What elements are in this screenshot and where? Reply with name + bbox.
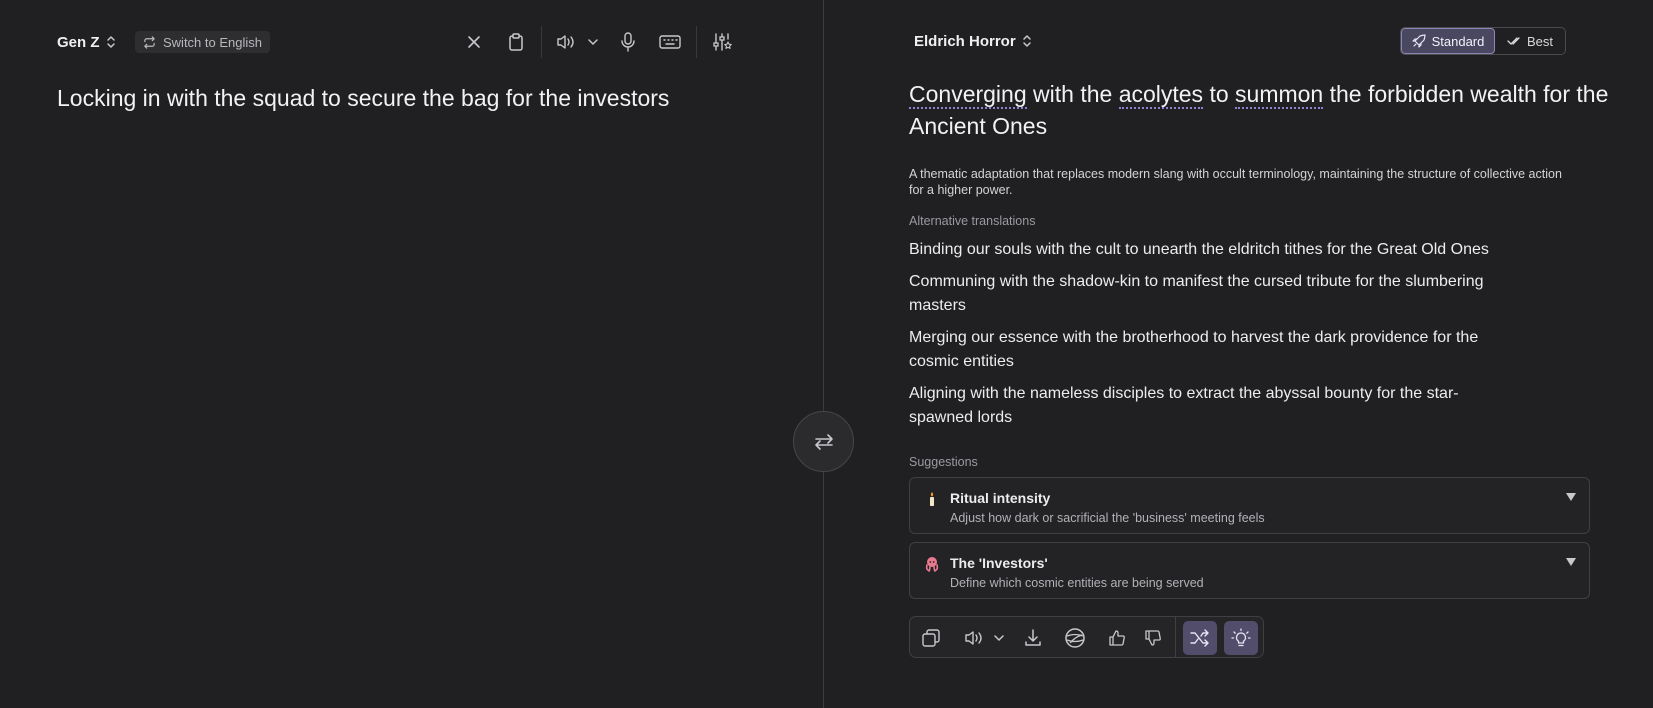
translation-text: to (1203, 81, 1236, 107)
output-action-bar (909, 616, 1264, 658)
target-pane: Eldrich Horror Standard Best Converging … (824, 0, 1653, 708)
highlighted-term[interactable]: Converging (909, 81, 1027, 109)
translation-text: with the (1026, 81, 1119, 107)
thumbs-down-icon[interactable] (1136, 621, 1170, 655)
globe-icon[interactable] (1058, 621, 1092, 655)
alternatives-list: Binding our souls with the cult to unear… (909, 238, 1509, 438)
octopus-icon (925, 557, 939, 572)
best-mode-label: Best (1526, 33, 1553, 49)
toolbar-divider (696, 26, 697, 58)
up-down-chevron-icon (106, 36, 115, 48)
standard-mode-button[interactable]: Standard (1401, 28, 1495, 54)
suggestions-heading: Suggestions (909, 455, 978, 469)
repeat-icon (144, 35, 155, 49)
translator-app: Gen Z Switch to English Locking in with … (0, 0, 1653, 708)
clipboard-icon[interactable] (502, 28, 530, 56)
alternative-translation[interactable]: Merging our essence with the brotherhood… (909, 326, 1509, 374)
alternative-translation[interactable]: Aligning with the nameless disciples to … (909, 382, 1509, 430)
suggestion-title: Ritual intensity (950, 490, 1051, 506)
up-down-chevron-icon (1022, 35, 1031, 47)
alternative-translation[interactable]: Binding our souls with the cult to unear… (909, 238, 1509, 262)
suggestion-title: The 'Investors' (950, 555, 1048, 571)
suggestion-description: Define which cosmic entities are being s… (950, 576, 1204, 590)
shuffle-icon[interactable] (1183, 621, 1217, 655)
highlighted-term[interactable]: summon (1235, 81, 1324, 109)
caret-down-icon[interactable] (1565, 556, 1577, 568)
target-language-select[interactable]: Eldrich Horror (914, 31, 1032, 51)
alternative-translation[interactable]: Communing with the shadow-kin to manifes… (909, 270, 1509, 318)
suggestion-card-ritual-intensity[interactable]: Ritual intensity Adjust how dark or sacr… (909, 477, 1590, 534)
caret-down-icon[interactable] (1565, 491, 1577, 503)
microphone-icon[interactable] (614, 28, 642, 56)
thumbs-up-icon[interactable] (1100, 621, 1134, 655)
rocket-icon (1412, 34, 1426, 48)
download-icon[interactable] (1016, 621, 1050, 655)
suggestion-description: Adjust how dark or sacrificial the 'busi… (950, 511, 1265, 525)
source-language-label: Gen Z (57, 33, 100, 51)
quality-mode-toggle: Standard Best (1400, 27, 1566, 55)
double-check-icon (1507, 37, 1520, 45)
target-language-label: Eldrich Horror (914, 32, 1016, 50)
source-text-area[interactable]: Locking in with the squad to secure the … (57, 82, 777, 114)
sliders-star-icon[interactable] (708, 28, 736, 56)
keyboard-icon[interactable] (656, 28, 684, 56)
copy-icon[interactable] (914, 621, 948, 655)
alternatives-heading: Alternative translations (909, 214, 1036, 228)
chevron-down-icon[interactable] (579, 28, 607, 56)
toolbar-divider (541, 26, 542, 58)
source-language-select[interactable]: Gen Z (57, 32, 116, 52)
source-pane: Gen Z Switch to English Locking in with … (0, 0, 823, 708)
highlighted-term[interactable]: acolytes (1118, 81, 1204, 109)
lightbulb-icon[interactable] (1224, 621, 1258, 655)
suggestion-card-investors[interactable]: The 'Investors' Define which cosmic enti… (909, 542, 1590, 599)
chevron-down-icon[interactable] (982, 621, 1016, 655)
standard-mode-label: Standard (1431, 33, 1485, 49)
switch-to-english-button[interactable]: Switch to English (135, 31, 270, 53)
best-mode-button[interactable]: Best (1495, 28, 1565, 54)
translation-explanation: A thematic adaptation that replaces mode… (909, 167, 1562, 197)
speaker-icon[interactable] (552, 28, 580, 56)
translation-output: Converging with the acolytes to summon t… (909, 78, 1609, 142)
switch-to-english-label: Switch to English (163, 34, 262, 50)
close-icon[interactable] (460, 28, 488, 56)
candle-icon (930, 492, 934, 506)
action-bar-divider (1175, 617, 1176, 657)
